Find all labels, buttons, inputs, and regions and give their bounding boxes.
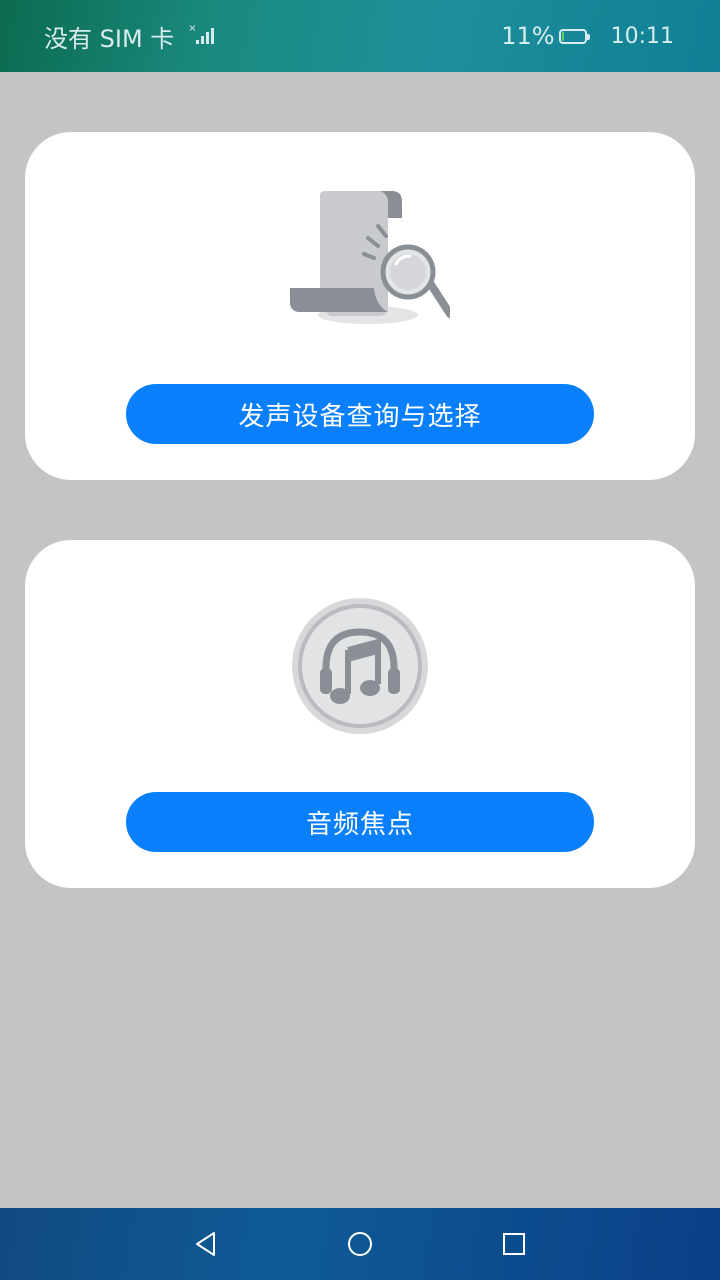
status-right: 11% 10:11 [501, 0, 674, 72]
document-search-icon [25, 188, 695, 328]
card-audio-focus: 音频焦点 [25, 540, 695, 888]
back-triangle-icon[interactable] [186, 1224, 226, 1264]
card-device-query: 发声设备查询与选择 [25, 132, 695, 480]
clock: 10:11 [610, 23, 674, 49]
audio-focus-button[interactable]: 音频焦点 [126, 792, 594, 852]
battery-fill [561, 31, 564, 41]
signal-icon: × [188, 24, 215, 46]
music-headphones-icon [25, 596, 695, 736]
recent-square-icon[interactable] [494, 1224, 534, 1264]
battery-icon [558, 28, 590, 44]
home-circle-icon[interactable] [340, 1224, 380, 1264]
device-query-button[interactable]: 发声设备查询与选择 [126, 384, 594, 444]
navigation-bar [0, 1208, 720, 1280]
status-bar: 没有 SIM 卡 × 11% 10:11 [0, 0, 720, 72]
carrier-label: 没有 SIM 卡 [44, 24, 175, 53]
status-left: 没有 SIM 卡 × [44, 0, 215, 72]
battery-percent: 11% [501, 22, 555, 50]
